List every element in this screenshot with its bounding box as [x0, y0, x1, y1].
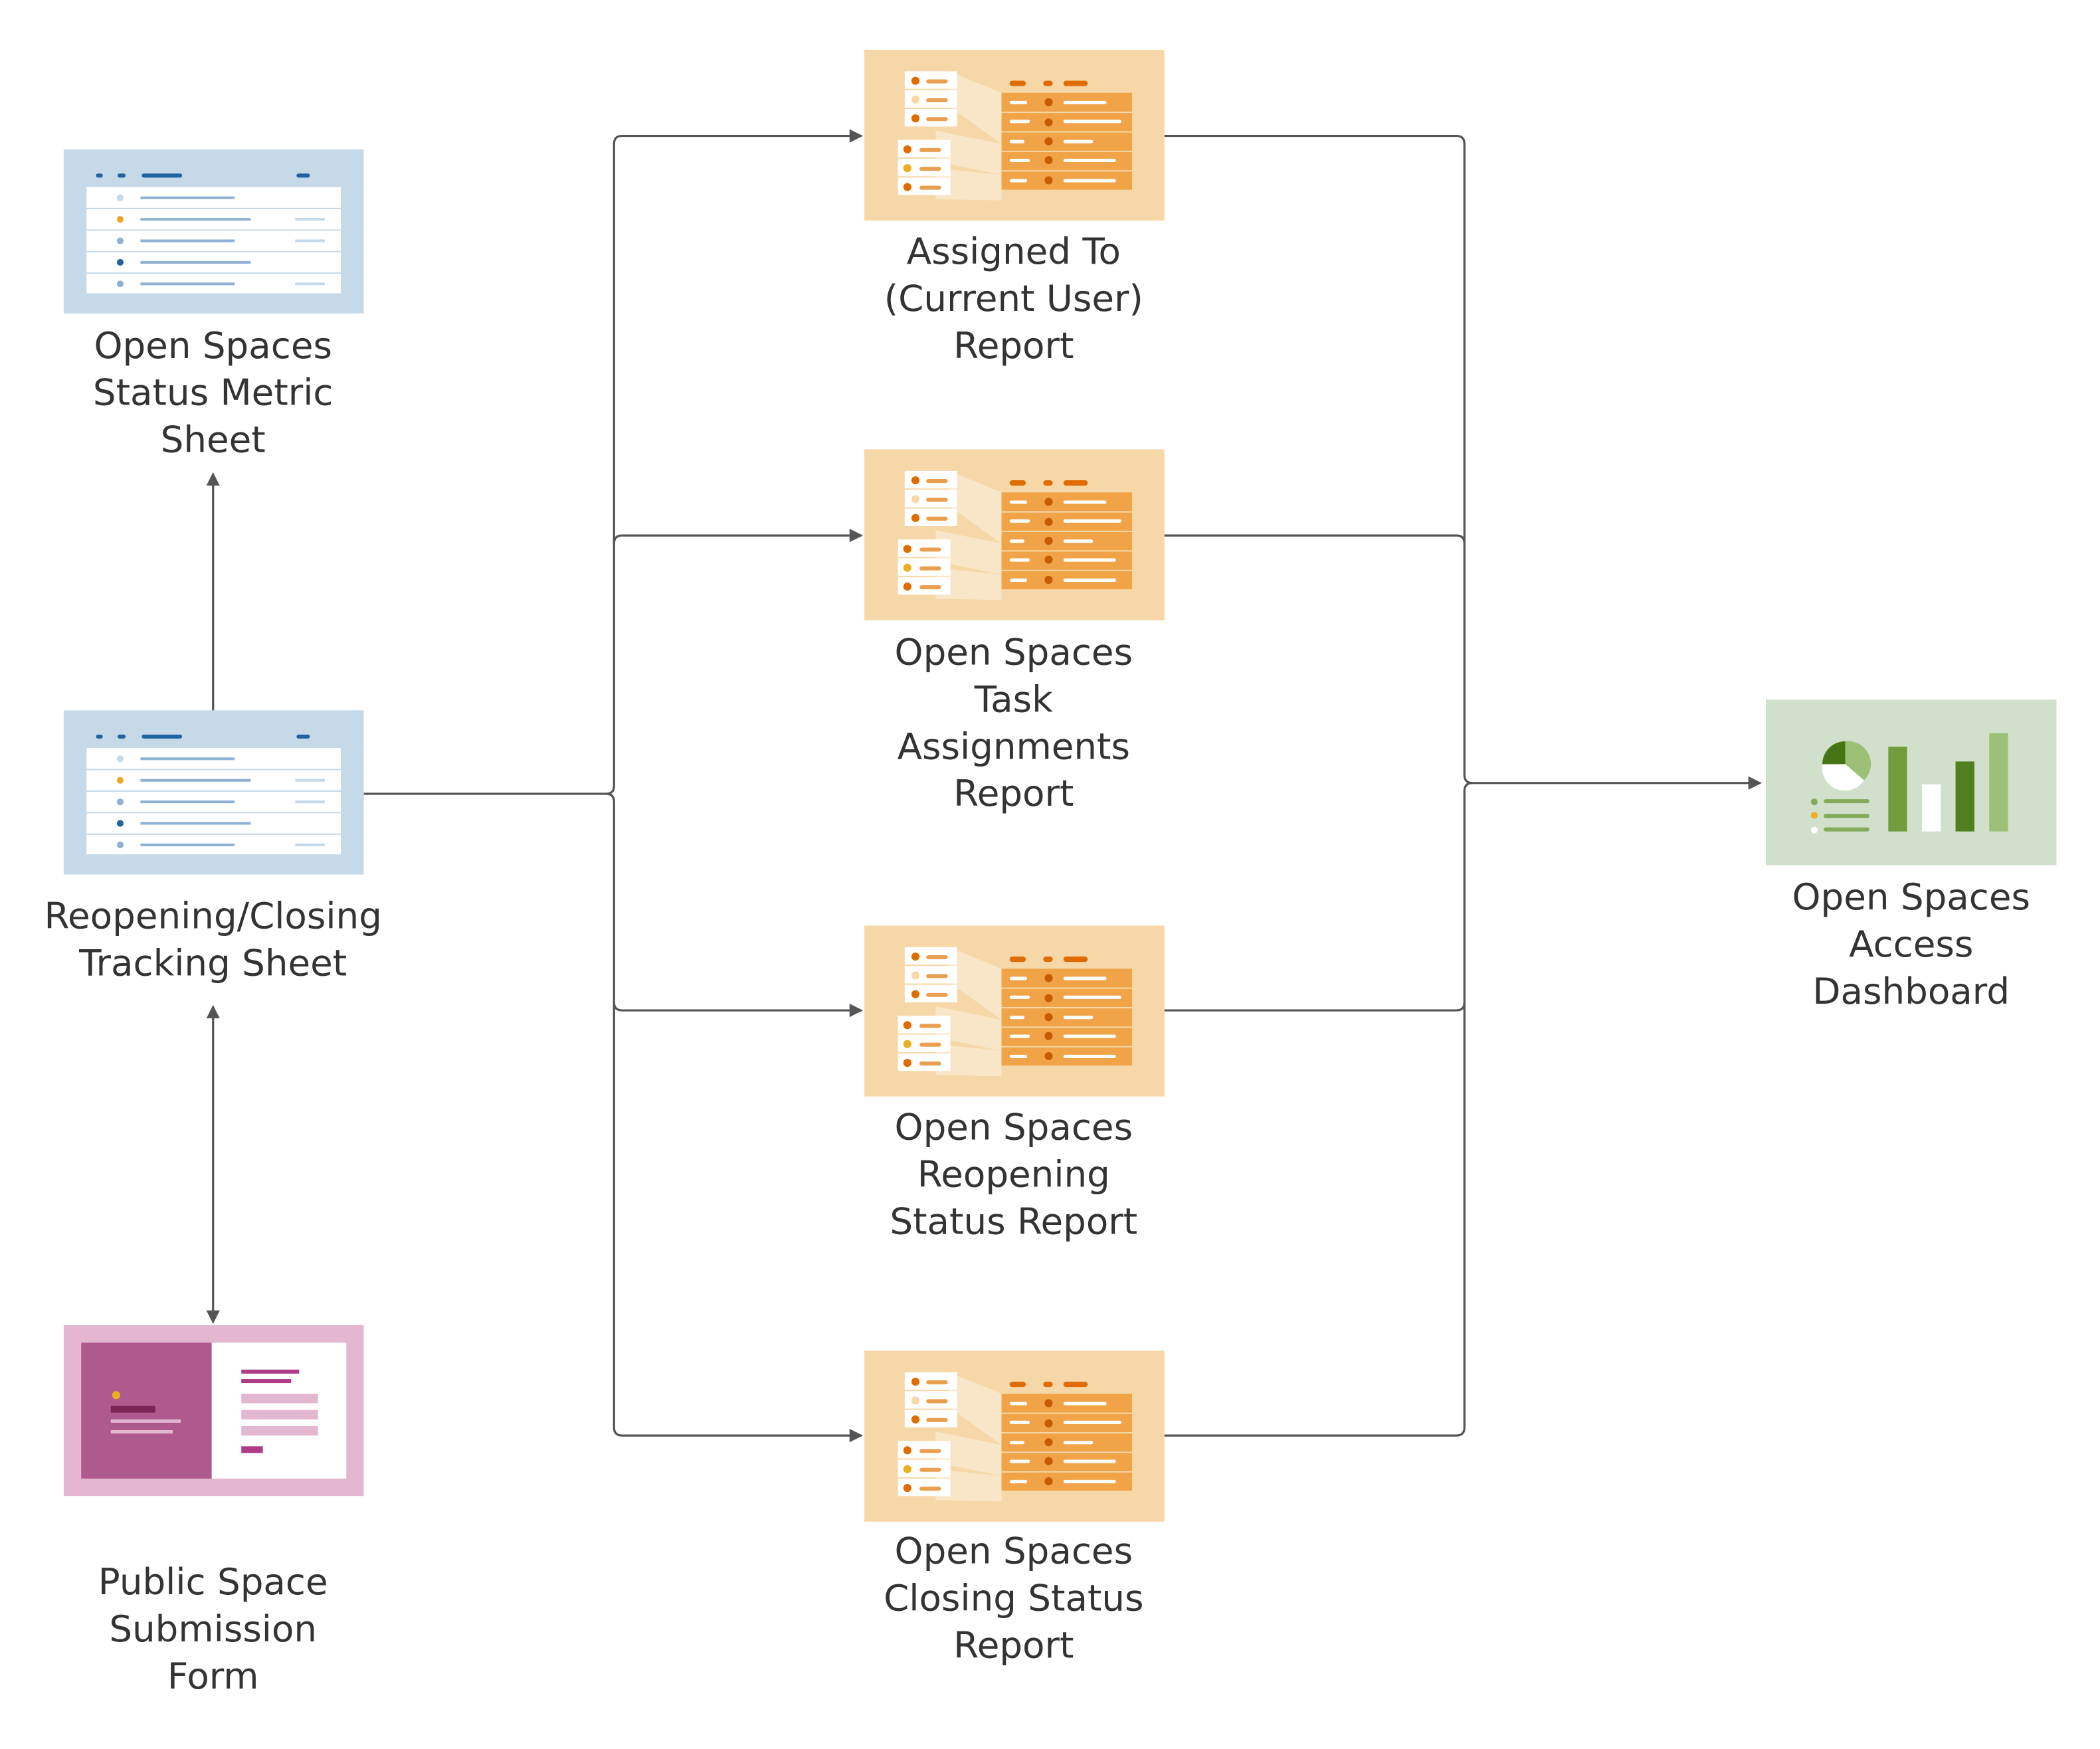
assigned-report-node[interactable]: Assigned To (Current User) Report	[863, 48, 1165, 367]
node-label: Assigned To (Current User) Report	[884, 230, 1143, 367]
node-label: Open Spaces Status Metric Sheet	[93, 324, 334, 461]
task-report-node[interactable]: Open Spaces Task Assignments Report	[863, 448, 1165, 815]
dashboard-icon	[1766, 699, 2057, 866]
node-label: Reopening/Closing Tracking Sheet	[44, 895, 381, 984]
status-metric-sheet-node[interactable]: Open Spaces Status Metric Sheet	[62, 148, 365, 461]
reopening-report-node[interactable]: Open Spaces Reopening Status Report	[863, 925, 1165, 1243]
form-icon	[63, 1325, 364, 1497]
node-label: Open Spaces Task Assignments Report	[895, 631, 1133, 815]
report-icon	[863, 1350, 1165, 1522]
edge-to-task	[613, 528, 863, 544]
report-icon	[863, 925, 1165, 1097]
report-icon	[863, 448, 1165, 621]
sheet-icon	[62, 148, 365, 314]
edge-to-assigned	[363, 129, 863, 795]
submission-form-node[interactable]: Public Space Submission Form	[63, 1325, 364, 1697]
dashboard-node[interactable]: Open Spaces Access Dashboard	[1766, 699, 2057, 1012]
node-label: Open Spaces Access Dashboard	[1792, 875, 2030, 1012]
node-label: Public Space Submission Form	[98, 1560, 328, 1697]
edge-to-dashboard	[1164, 134, 1762, 790]
sheet-icon	[62, 709, 365, 875]
report-icon	[863, 48, 1165, 222]
node-label: Open Spaces Reopening Status Report	[890, 1106, 1137, 1243]
diagram: Open Spaces Status Metric Sheet Reopening/…	[44, 48, 2057, 1697]
edge-to-reopening	[613, 1002, 863, 1018]
tracking-sheet-node[interactable]: Reopening/Closing Tracking Sheet	[44, 709, 382, 984]
edge-to-closing	[606, 792, 863, 1443]
node-label: Open Spaces Closing Status Report	[884, 1529, 1143, 1666]
closing-report-node[interactable]: Open Spaces Closing Status Report	[863, 1350, 1165, 1666]
